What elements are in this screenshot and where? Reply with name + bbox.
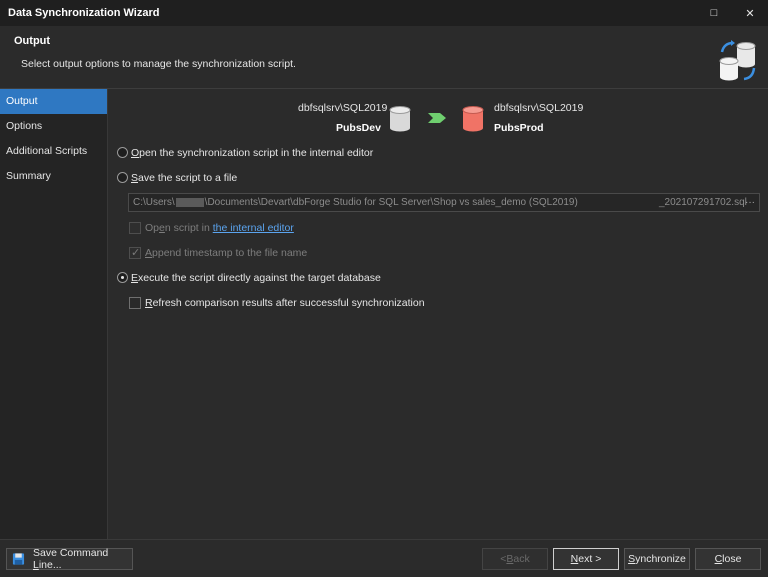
open-script-label: Open script in the internal editor xyxy=(145,222,294,234)
source-database: PubsDev xyxy=(336,122,381,134)
sync-arrow-icon xyxy=(428,113,446,123)
wizard-sidebar: Output Options Additional Scripts Summar… xyxy=(0,89,108,539)
browse-button[interactable]: ··· xyxy=(745,194,755,211)
sidebar-item-output[interactable]: Output xyxy=(0,89,107,114)
source-database-icon xyxy=(389,106,411,132)
close-icon: ✕ xyxy=(745,7,755,20)
file-path-input[interactable]: C:\Users\ \Documents\Devart\dbForge Studi… xyxy=(128,193,760,212)
main-panel: dbfsqlsrv\SQL2019 PubsDev dbfsqlsrv\SQL2… xyxy=(108,89,768,539)
source-server: dbfsqlsrv\SQL2019 xyxy=(298,102,388,114)
target-database-icon xyxy=(462,106,484,132)
maximize-icon: □ xyxy=(710,7,718,19)
sidebar-item-summary[interactable]: Summary xyxy=(0,164,107,189)
open-script-checkbox[interactable] xyxy=(129,222,141,234)
synchronize-button[interactable]: Synchronize xyxy=(624,548,690,570)
execute-radio[interactable] xyxy=(117,272,128,283)
save-file-radio[interactable] xyxy=(117,172,128,183)
database-sync-icon xyxy=(719,40,756,81)
page-subtitle: Select output options to manage the sync… xyxy=(21,58,296,70)
wizard-footer: Save Command Line... < Back Next > Synch… xyxy=(0,539,768,577)
check-icon: ✓ xyxy=(131,247,141,259)
target-server: dbfsqlsrv\SQL2019 xyxy=(494,102,584,114)
file-path-suffix: _202107291702.sql xyxy=(659,197,747,208)
window-title: Data Synchronization Wizard xyxy=(8,7,160,19)
close-button[interactable]: Close xyxy=(695,548,761,570)
open-editor-label[interactable]: Open the synchronization script in the i… xyxy=(131,147,373,159)
open-editor-radio[interactable] xyxy=(117,147,128,158)
append-timestamp-label: Append timestamp to the file name xyxy=(145,247,308,259)
execute-label[interactable]: Execute the script directly against the … xyxy=(131,272,381,284)
page-title: Output xyxy=(14,35,51,47)
title-bar: Data Synchronization Wizard □ ✕ xyxy=(0,0,768,26)
refresh-comparison-label[interactable]: Refresh comparison results after success… xyxy=(145,297,425,309)
refresh-comparison-checkbox[interactable] xyxy=(129,297,141,309)
next-button[interactable]: Next > xyxy=(553,548,619,570)
maximize-button[interactable]: □ xyxy=(696,0,732,26)
target-database: PubsProd xyxy=(494,122,544,134)
close-window-button[interactable]: ✕ xyxy=(732,0,768,26)
wizard-header: Output Select output options to manage t… xyxy=(0,26,768,89)
save-file-label[interactable]: Save the script to a file xyxy=(131,172,237,184)
internal-editor-link[interactable]: the internal editor xyxy=(213,222,294,234)
sidebar-item-additional-scripts[interactable]: Additional Scripts xyxy=(0,139,107,164)
append-timestamp-checkbox[interactable]: ✓ xyxy=(129,247,141,259)
back-button[interactable]: < Back xyxy=(482,548,548,570)
save-command-line-button[interactable]: Save Command Line... xyxy=(6,547,133,571)
floppy-disk-icon xyxy=(12,553,25,565)
sidebar-item-options[interactable]: Options xyxy=(0,114,107,139)
